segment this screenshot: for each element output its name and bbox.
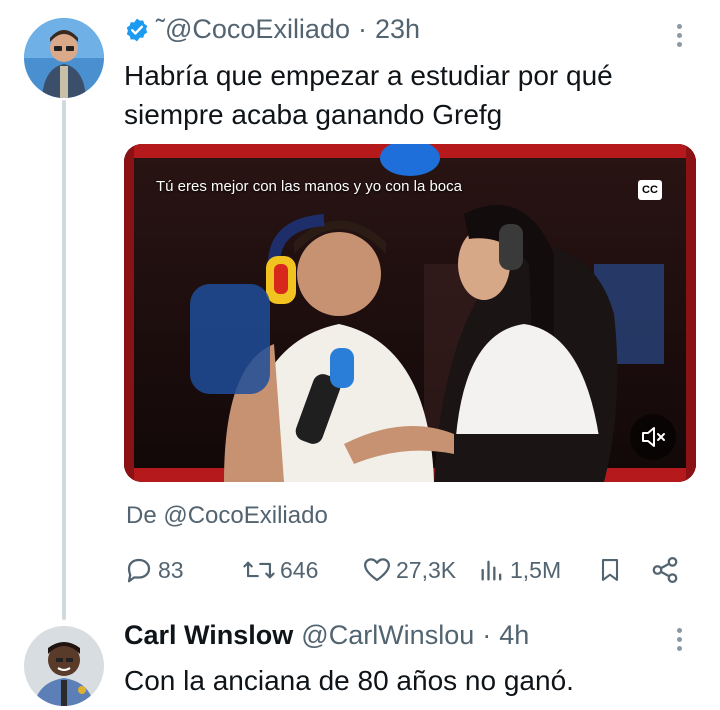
tweet-time[interactable]: 4h	[499, 620, 529, 651]
separator-dot: ·	[482, 620, 492, 650]
reply-count: 83	[158, 556, 184, 583]
share-icon	[652, 557, 678, 583]
video-source-link[interactable]: De @CocoExiliado	[126, 502, 328, 530]
mute-icon[interactable]	[630, 414, 676, 460]
video-caption: Tú eres mejor con las manos y yo con la …	[156, 178, 462, 195]
bookmark-icon	[601, 559, 619, 581]
heart-icon	[364, 558, 390, 582]
retweet-count: 646	[280, 556, 319, 583]
author-handle[interactable]: ˜@CocoExiliado	[156, 14, 350, 45]
tweet-actions-bar: 83 646 27,3K 1,5M	[124, 548, 684, 592]
like-count: 27,3K	[396, 556, 457, 583]
separator-dot: ·	[357, 14, 367, 44]
views-button[interactable]: 1,5M	[478, 548, 561, 592]
avatar[interactable]	[24, 18, 104, 98]
tweet-header: ˜@CocoExiliado · 23h	[124, 14, 420, 45]
like-button[interactable]: 27,3K	[362, 548, 456, 592]
thread-connector-line	[62, 100, 66, 620]
retweet-button[interactable]: 646	[242, 548, 318, 592]
video-player[interactable]: Tú eres mejor con las manos y yo con la …	[124, 144, 696, 482]
views-chart-icon	[481, 560, 502, 581]
author-handle[interactable]: @CarlWinslou	[301, 620, 474, 651]
avatar[interactable]	[24, 626, 104, 706]
reply-icon	[127, 558, 151, 583]
more-options-icon[interactable]	[677, 24, 683, 47]
reply-button[interactable]: 83	[124, 548, 184, 592]
bookmark-button[interactable]	[596, 548, 624, 592]
tweet-header: Carl Winslow @CarlWinslou · 4h	[124, 620, 529, 651]
cc-icon[interactable]: CC	[638, 180, 662, 200]
tweet-text: Con la anciana de 80 años no ganó.	[124, 665, 574, 696]
share-button[interactable]	[650, 548, 680, 592]
retweet-icon	[243, 561, 275, 579]
author-name[interactable]: Carl Winslow	[124, 620, 293, 651]
tweet-time[interactable]: 23h	[375, 14, 420, 45]
verified-badge-icon	[126, 18, 148, 41]
view-count: 1,5M	[510, 556, 562, 583]
more-options-icon[interactable]	[677, 628, 683, 651]
tweet-text: Habría que empezar a estudiar por qué si…	[124, 60, 613, 130]
